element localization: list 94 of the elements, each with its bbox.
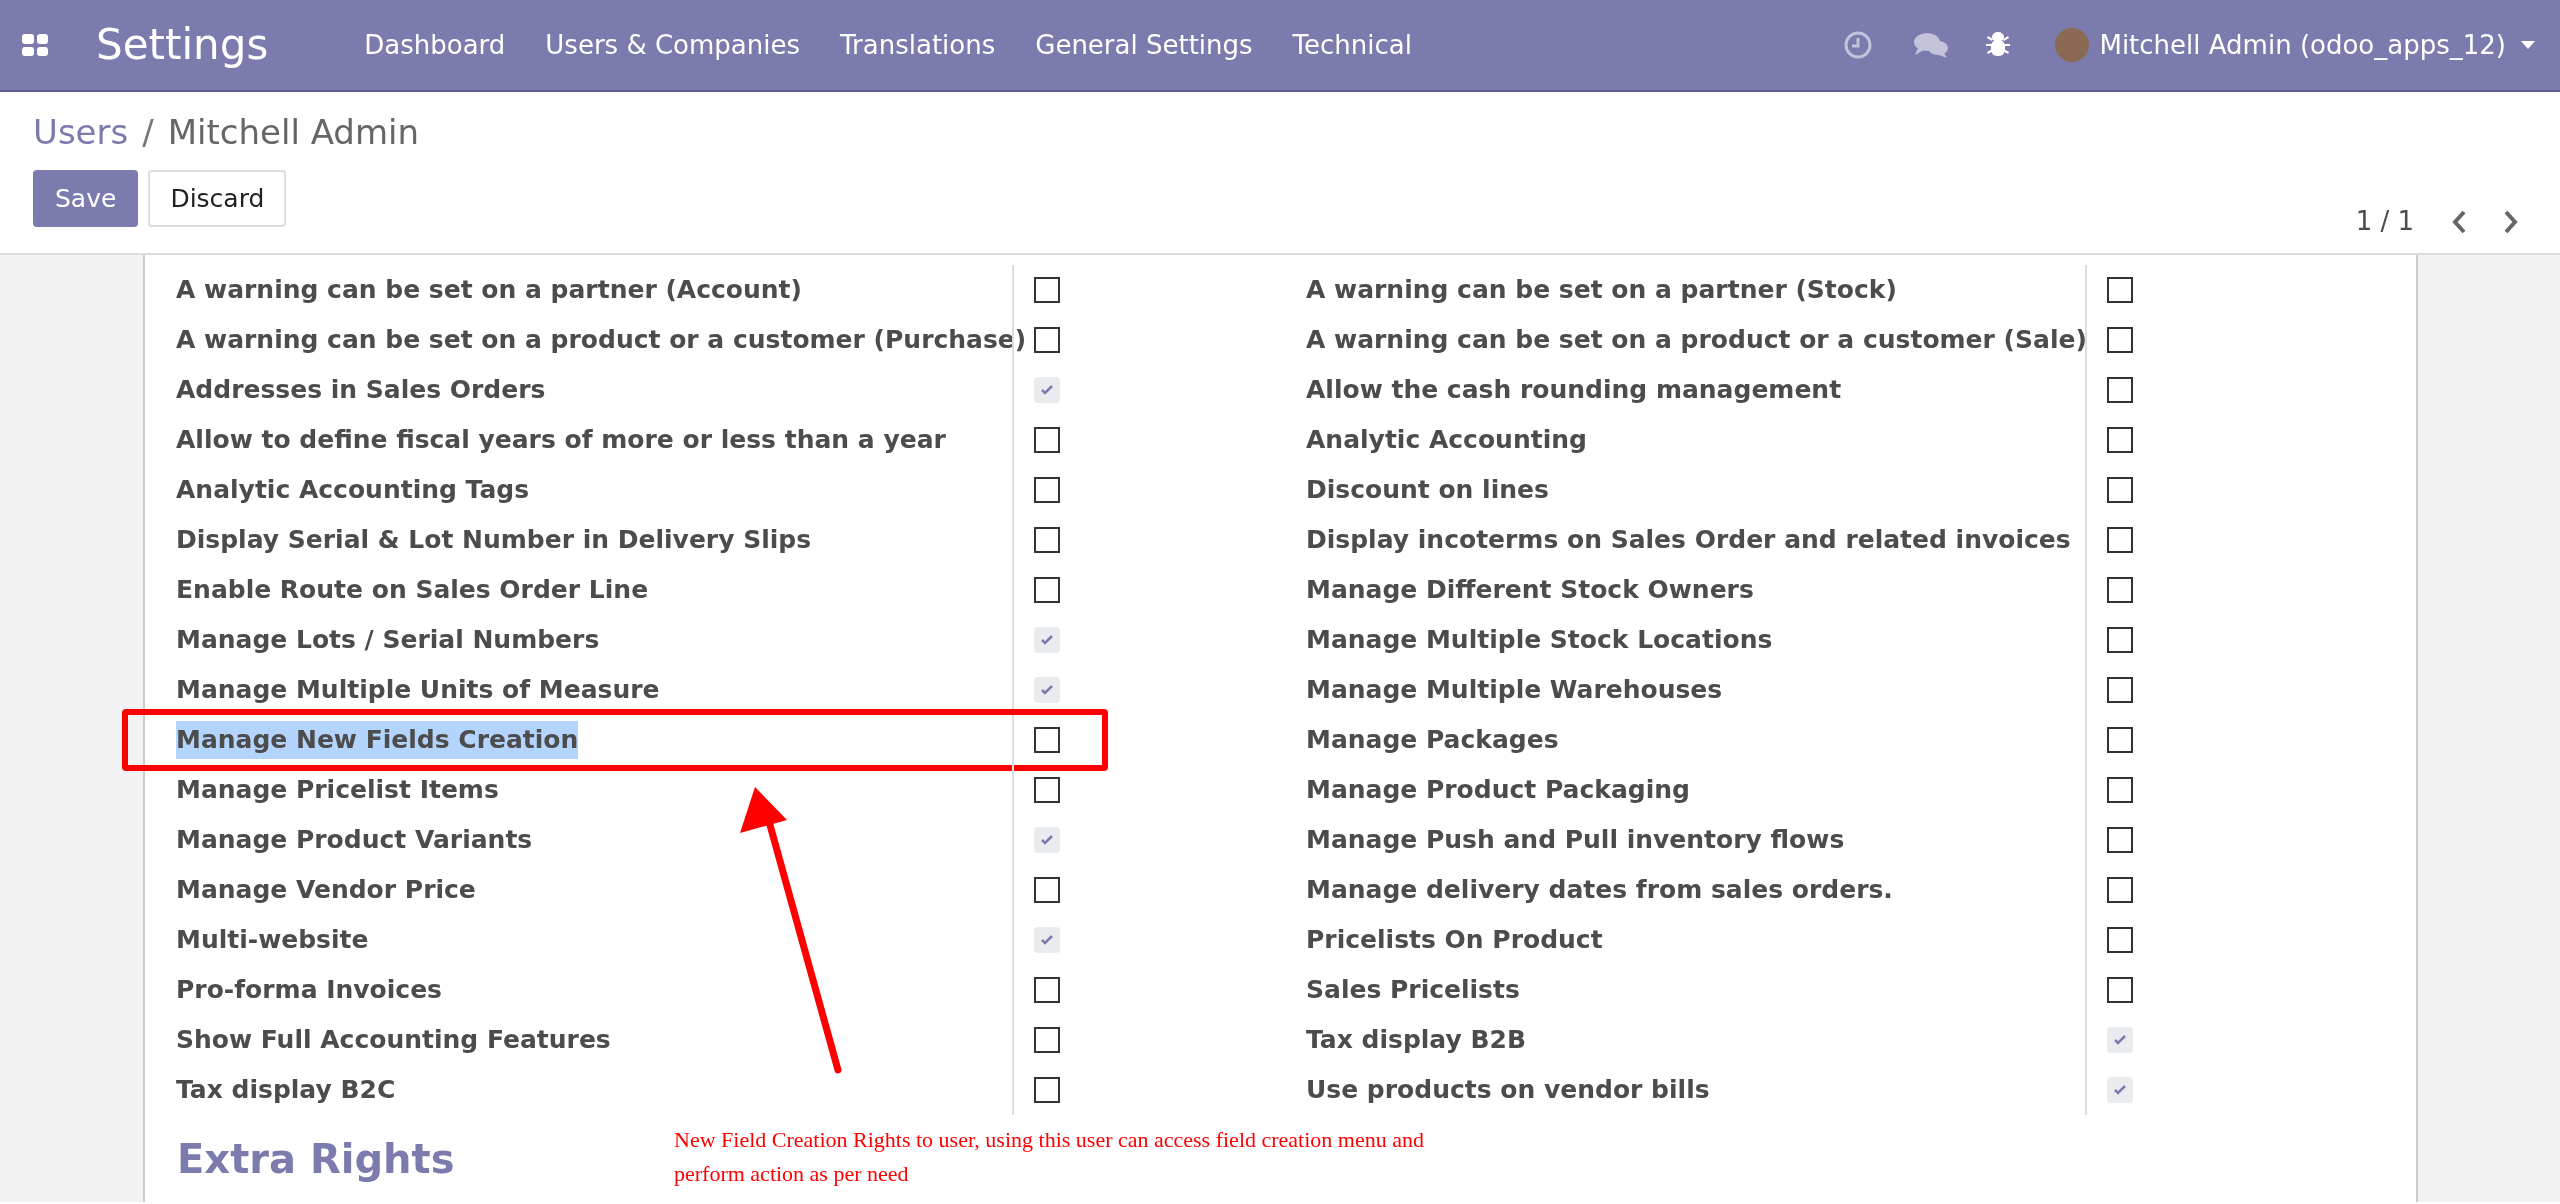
nav-menu-item[interactable]: General Settings <box>1035 25 1253 65</box>
checkbox-label: Manage Lots / Serial Numbers <box>176 624 600 657</box>
checkbox-label: Display Serial & Lot Number in Delivery Slips <box>176 524 812 557</box>
checkbox-label: Tax display B2B <box>1306 1024 1526 1057</box>
nav-menu-item[interactable]: Technical <box>1292 25 1412 65</box>
nav-menu-item[interactable]: Users & Companies <box>545 25 800 65</box>
checkbox-label: Manage Vendor Price <box>176 874 476 907</box>
section-title: Extra Rights <box>177 1135 455 1184</box>
checkbox[interactable] <box>2107 477 2133 503</box>
checkbox[interactable] <box>1034 477 1060 503</box>
checkbox[interactable] <box>2107 1027 2133 1053</box>
checkbox-label: Show Full Accounting Features <box>176 1024 611 1057</box>
checkbox-label: Pricelists On Product <box>1306 924 1603 957</box>
checkbox-label: Multi-website <box>176 924 369 957</box>
checkbox[interactable] <box>2107 627 2133 653</box>
save-button[interactable]: Save <box>33 170 139 227</box>
checkbox[interactable] <box>1034 927 1060 953</box>
checkbox-label: A warning can be set on a partner (Account) <box>176 274 802 307</box>
checkbox-label: Manage Product Packaging <box>1306 774 1690 807</box>
checkbox[interactable] <box>2107 677 2133 703</box>
nav-menu-item[interactable]: Translations <box>840 25 996 65</box>
checkbox[interactable] <box>2107 277 2133 303</box>
checkbox[interactable] <box>1034 377 1060 403</box>
checkbox-label: Manage Multiple Units of Measure <box>176 674 660 707</box>
checkbox-label: Manage Push and Pull inventory flows <box>1306 824 1845 857</box>
checkbox-label: Sales Pricelists <box>1306 974 1520 1007</box>
checkbox[interactable] <box>2107 327 2133 353</box>
checkbox-label: Analytic Accounting <box>1306 424 1587 457</box>
checkmark-icon <box>2113 1034 2127 1046</box>
checkbox-label: Manage Multiple Warehouses <box>1306 674 1723 707</box>
checkmark-icon <box>1040 834 1054 846</box>
checkbox[interactable] <box>1034 727 1060 753</box>
breadcrumb-separator: / <box>142 115 154 149</box>
checkbox-label: Manage Packages <box>1306 724 1559 757</box>
checkbox[interactable] <box>1034 427 1060 453</box>
checkmark-icon <box>1040 384 1054 396</box>
checkbox[interactable] <box>1034 777 1060 803</box>
checkbox-label: Use products on vendor bills <box>1306 1074 1710 1107</box>
checkbox-label: Enable Route on Sales Order Line <box>176 574 649 607</box>
checkbox-label: Discount on lines <box>1306 474 1549 507</box>
apps-menu-icon[interactable] <box>22 34 48 56</box>
breadcrumb-current: Mitchell Admin <box>167 115 420 149</box>
checkbox[interactable] <box>2107 427 2133 453</box>
checkbox[interactable] <box>2107 727 2133 753</box>
checkbox[interactable] <box>2107 777 2133 803</box>
app-title: Settings <box>96 24 269 66</box>
annotation-note: New Field Creation Rights to user, using this user can access field creation menu and perform action as per need <box>674 1126 1425 1188</box>
nav-menu-item[interactable]: Dashboard <box>364 25 506 65</box>
checkbox-label: Pro-forma Invoices <box>176 974 442 1007</box>
checkbox[interactable] <box>2107 877 2133 903</box>
checkbox-label: Manage Multiple Stock Locations <box>1306 624 1773 657</box>
checkbox[interactable] <box>1034 977 1060 1003</box>
next-icon[interactable] <box>2502 208 2520 235</box>
checkmark-icon <box>1040 684 1054 696</box>
checkbox[interactable] <box>1034 827 1060 853</box>
checkbox-label: Allow the cash rounding management <box>1306 374 1842 407</box>
checkbox[interactable] <box>1034 277 1060 303</box>
checkmark-icon <box>1040 934 1054 946</box>
checkbox-label: A warning can be set on a partner (Stock) <box>1306 274 1897 307</box>
checkbox[interactable] <box>1034 1077 1060 1103</box>
checkbox-label: Manage Pricelist Items <box>176 774 499 807</box>
caret-icon[interactable] <box>2520 40 2536 50</box>
checkbox-label: Analytic Accounting Tags <box>176 474 530 507</box>
checkbox[interactable] <box>2107 377 2133 403</box>
checkbox-label: Manage Product Variants <box>176 824 533 857</box>
checkbox[interactable] <box>1034 627 1060 653</box>
checkbox[interactable] <box>2107 927 2133 953</box>
checkbox[interactable] <box>1034 577 1060 603</box>
checkbox-label: Display incoterms on Sales Order and related invoices <box>1306 524 2071 557</box>
checkbox[interactable] <box>2107 527 2133 553</box>
checkbox-label: Addresses in Sales Orders <box>176 374 546 407</box>
checkbox-label: Manage delivery dates from sales orders. <box>1306 874 1893 907</box>
checkbox-label: A warning can be set on a product or a customer (Purchase) <box>176 324 1027 357</box>
checkbox[interactable] <box>1034 327 1060 353</box>
breadcrumb-link[interactable]: Users <box>33 115 129 149</box>
checkbox-label: Tax display B2C <box>176 1074 396 1107</box>
checkbox[interactable] <box>1034 677 1060 703</box>
checkbox[interactable] <box>2107 577 2133 603</box>
user-menu[interactable]: Mitchell Admin (odoo_apps_12) <box>2099 25 2506 65</box>
checkbox[interactable] <box>2107 977 2133 1003</box>
checkbox-label: Allow to define fiscal years of more or less than a year <box>176 424 946 457</box>
checkbox[interactable] <box>1034 877 1060 903</box>
previous-icon[interactable] <box>2450 208 2468 235</box>
checkbox-label: Manage Different Stock Owners <box>1306 574 1754 607</box>
checkbox-label: A warning can be set on a product or a customer (Sale) <box>1306 324 2087 357</box>
checkmark-icon <box>1040 634 1054 646</box>
checkbox[interactable] <box>1034 527 1060 553</box>
discard-button[interactable]: Discard <box>148 170 287 227</box>
pager-value: 1 / 1 <box>2355 205 2414 238</box>
checkbox[interactable] <box>1034 1027 1060 1053</box>
checkmark-icon <box>2113 1084 2127 1096</box>
checkbox-label: Manage New Fields Creation <box>176 721 579 759</box>
checkbox[interactable] <box>2107 827 2133 853</box>
checkbox[interactable] <box>2107 1077 2133 1103</box>
